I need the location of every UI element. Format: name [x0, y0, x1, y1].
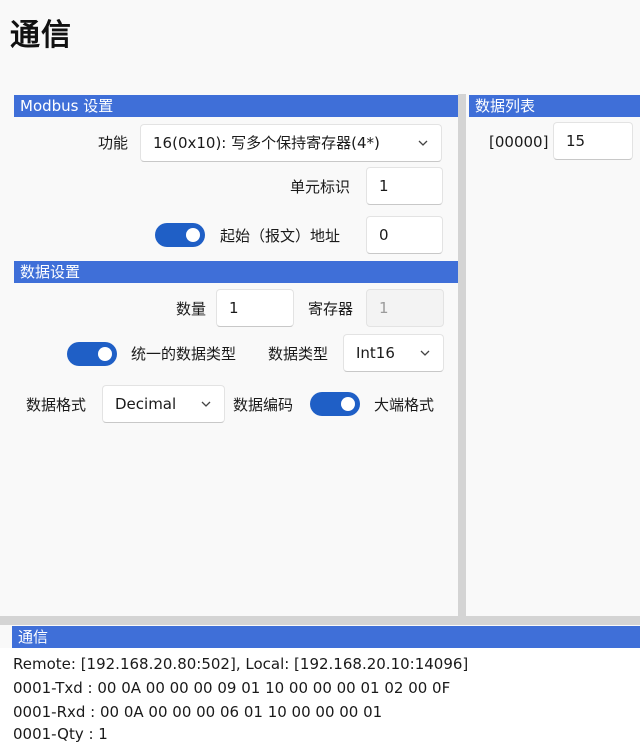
data-list-value-input[interactable]: 15	[553, 122, 633, 160]
quantity-label: 数量	[176, 300, 207, 318]
data-type-select[interactable]: Int16	[343, 334, 444, 372]
log-line: Remote: [192.168.20.80:502], Local: [192…	[13, 655, 469, 673]
big-endian-label: 大端格式	[374, 396, 435, 414]
comm-log: Remote: [192.168.20.80:502], Local: [192…	[0, 648, 640, 748]
data-type-label: 数据类型	[268, 345, 329, 363]
function-label: 功能	[98, 134, 129, 152]
start-address-label: 起始（报文）地址	[220, 227, 341, 245]
log-splitter[interactable]	[0, 616, 640, 625]
register-input: 1	[366, 289, 444, 327]
quantity-input[interactable]: 1	[216, 289, 294, 327]
toggle-knob	[98, 347, 112, 361]
function-select[interactable]: 16(0x10): 写多个保持寄存器(4*)	[140, 124, 442, 162]
unified-data-type-label: 统一的数据类型	[131, 345, 237, 363]
chevron-down-icon	[201, 401, 211, 407]
log-line: 0001-Qty : 1	[13, 725, 108, 743]
chevron-down-icon	[418, 140, 428, 146]
big-endian-toggle[interactable]	[310, 392, 360, 416]
comm-log-header: 通信	[12, 626, 640, 648]
panel-splitter[interactable]	[458, 94, 466, 616]
register-label: 寄存器	[308, 300, 354, 318]
data-settings-header: 数据设置	[14, 261, 458, 283]
page-title: 通信	[10, 18, 72, 53]
start-address-toggle[interactable]	[155, 223, 205, 247]
data-encoding-label: 数据编码	[233, 396, 294, 414]
data-list-header: 数据列表	[469, 95, 640, 117]
data-type-select-value: Int16	[356, 344, 395, 362]
log-line: 0001-Txd : 00 0A 00 00 00 09 01 10 00 00…	[13, 679, 451, 697]
toggle-knob	[341, 397, 355, 411]
data-format-select[interactable]: Decimal	[102, 385, 225, 423]
toggle-knob	[186, 228, 200, 242]
start-address-input[interactable]: 0	[366, 216, 443, 254]
data-format-select-value: Decimal	[115, 395, 177, 413]
modbus-settings-header: Modbus 设置	[14, 95, 458, 117]
chevron-down-icon	[420, 350, 430, 356]
data-list-address: [00000]	[489, 133, 549, 151]
log-line: 0001-Rxd : 00 0A 00 00 00 06 01 10 00 00…	[13, 703, 383, 721]
unit-id-label: 单元标识	[290, 178, 351, 196]
unit-id-input[interactable]: 1	[366, 167, 443, 205]
unified-data-type-toggle[interactable]	[67, 342, 117, 366]
function-select-value: 16(0x10): 写多个保持寄存器(4*)	[153, 134, 380, 152]
data-format-label: 数据格式	[26, 396, 87, 414]
